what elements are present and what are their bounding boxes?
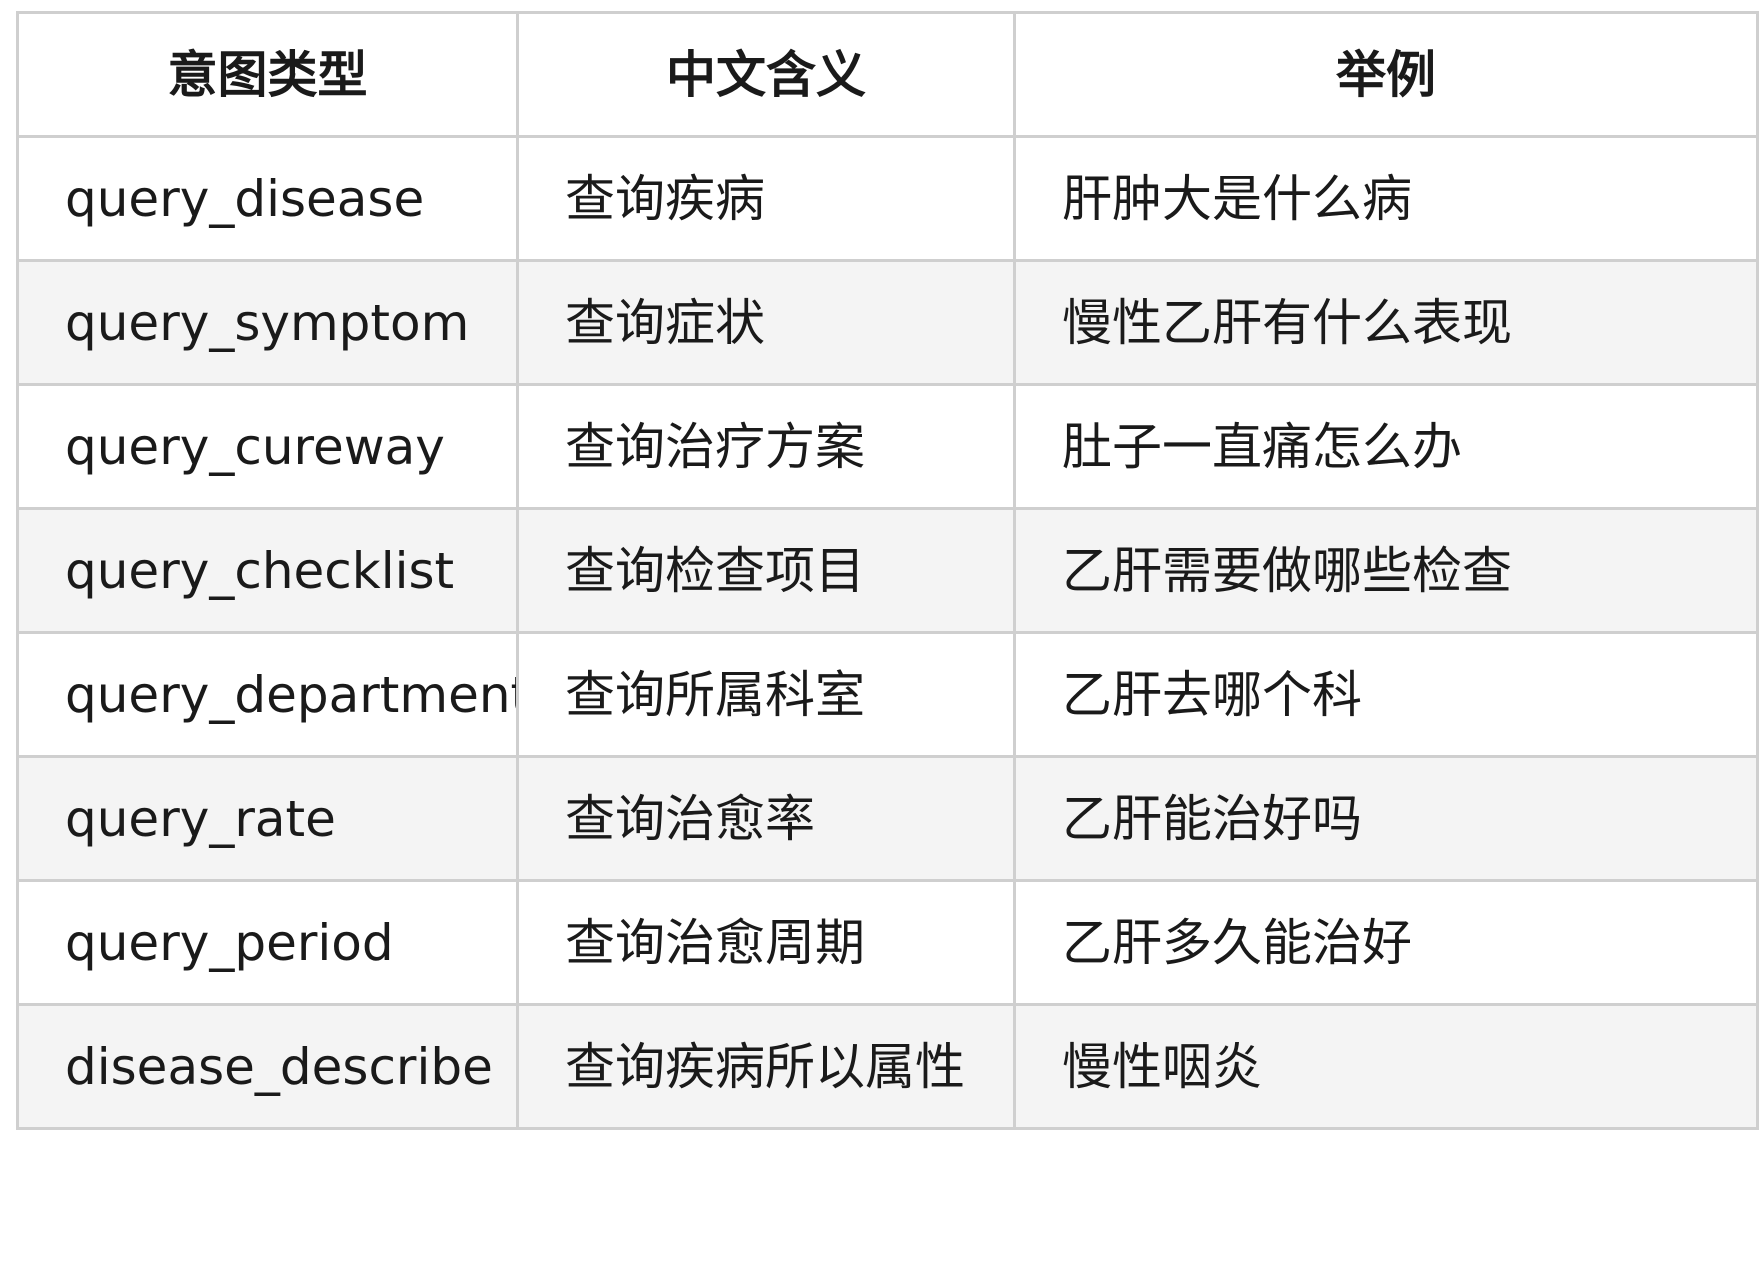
example-cell: 慢性咽炎	[1013, 1003, 1759, 1130]
example-cell: 乙肝需要做哪些检查	[1013, 507, 1759, 634]
example-cell: 慢性乙肝有什么表现	[1013, 259, 1759, 386]
header-intent-type: 意图类型	[16, 11, 519, 138]
intent-table: 意图类型 中文含义 举例 query_disease 查询疾病 肝肿大是什么病 …	[16, 11, 1759, 1130]
table-row: query_checklist 查询检查项目 乙肝需要做哪些检查	[16, 507, 1759, 634]
table-row: query_symptom 查询症状 慢性乙肝有什么表现	[16, 259, 1759, 386]
example-cell: 乙肝去哪个科	[1013, 631, 1759, 758]
chinese-meaning-cell: 查询治愈率	[516, 755, 1016, 882]
chinese-meaning-cell: 查询疾病所以属性	[516, 1003, 1016, 1130]
chinese-meaning-cell: 查询检查项目	[516, 507, 1016, 634]
intent-type-cell: query_cureway	[16, 383, 519, 510]
table-body: query_disease 查询疾病 肝肿大是什么病 query_symptom…	[16, 135, 1759, 1130]
header-row: 意图类型 中文含义 举例	[16, 11, 1759, 138]
example-cell: 肝肿大是什么病	[1013, 135, 1759, 262]
intent-type-cell: query_symptom	[16, 259, 519, 386]
intent-type-cell: query_disease	[16, 135, 519, 262]
header-chinese-meaning: 中文含义	[516, 11, 1016, 138]
chinese-meaning-cell: 查询疾病	[516, 135, 1016, 262]
intent-type-cell: disease_describe	[16, 1003, 519, 1130]
table-row: query_rate 查询治愈率 乙肝能治好吗	[16, 755, 1759, 882]
intent-type-cell: query_rate	[16, 755, 519, 882]
table-row: query_cureway 查询治疗方案 肚子一直痛怎么办	[16, 383, 1759, 510]
table-row: disease_describe 查询疾病所以属性 慢性咽炎	[16, 1003, 1759, 1130]
table-row: query_department 查询所属科室 乙肝去哪个科	[16, 631, 1759, 758]
intent-type-cell: query_checklist	[16, 507, 519, 634]
intent-table-container: 意图类型 中文含义 举例 query_disease 查询疾病 肝肿大是什么病 …	[16, 11, 1759, 1130]
chinese-meaning-cell: 查询治疗方案	[516, 383, 1016, 510]
chinese-meaning-cell: 查询治愈周期	[516, 879, 1016, 1006]
example-cell: 乙肝能治好吗	[1013, 755, 1759, 882]
intent-type-cell: query_period	[16, 879, 519, 1006]
table-row: query_period 查询治愈周期 乙肝多久能治好	[16, 879, 1759, 1006]
example-cell: 肚子一直痛怎么办	[1013, 383, 1759, 510]
intent-type-cell: query_department	[16, 631, 519, 758]
table-row: query_disease 查询疾病 肝肿大是什么病	[16, 135, 1759, 262]
header-example: 举例	[1013, 11, 1759, 138]
chinese-meaning-cell: 查询所属科室	[516, 631, 1016, 758]
chinese-meaning-cell: 查询症状	[516, 259, 1016, 386]
example-cell: 乙肝多久能治好	[1013, 879, 1759, 1006]
table-header: 意图类型 中文含义 举例	[16, 11, 1759, 138]
